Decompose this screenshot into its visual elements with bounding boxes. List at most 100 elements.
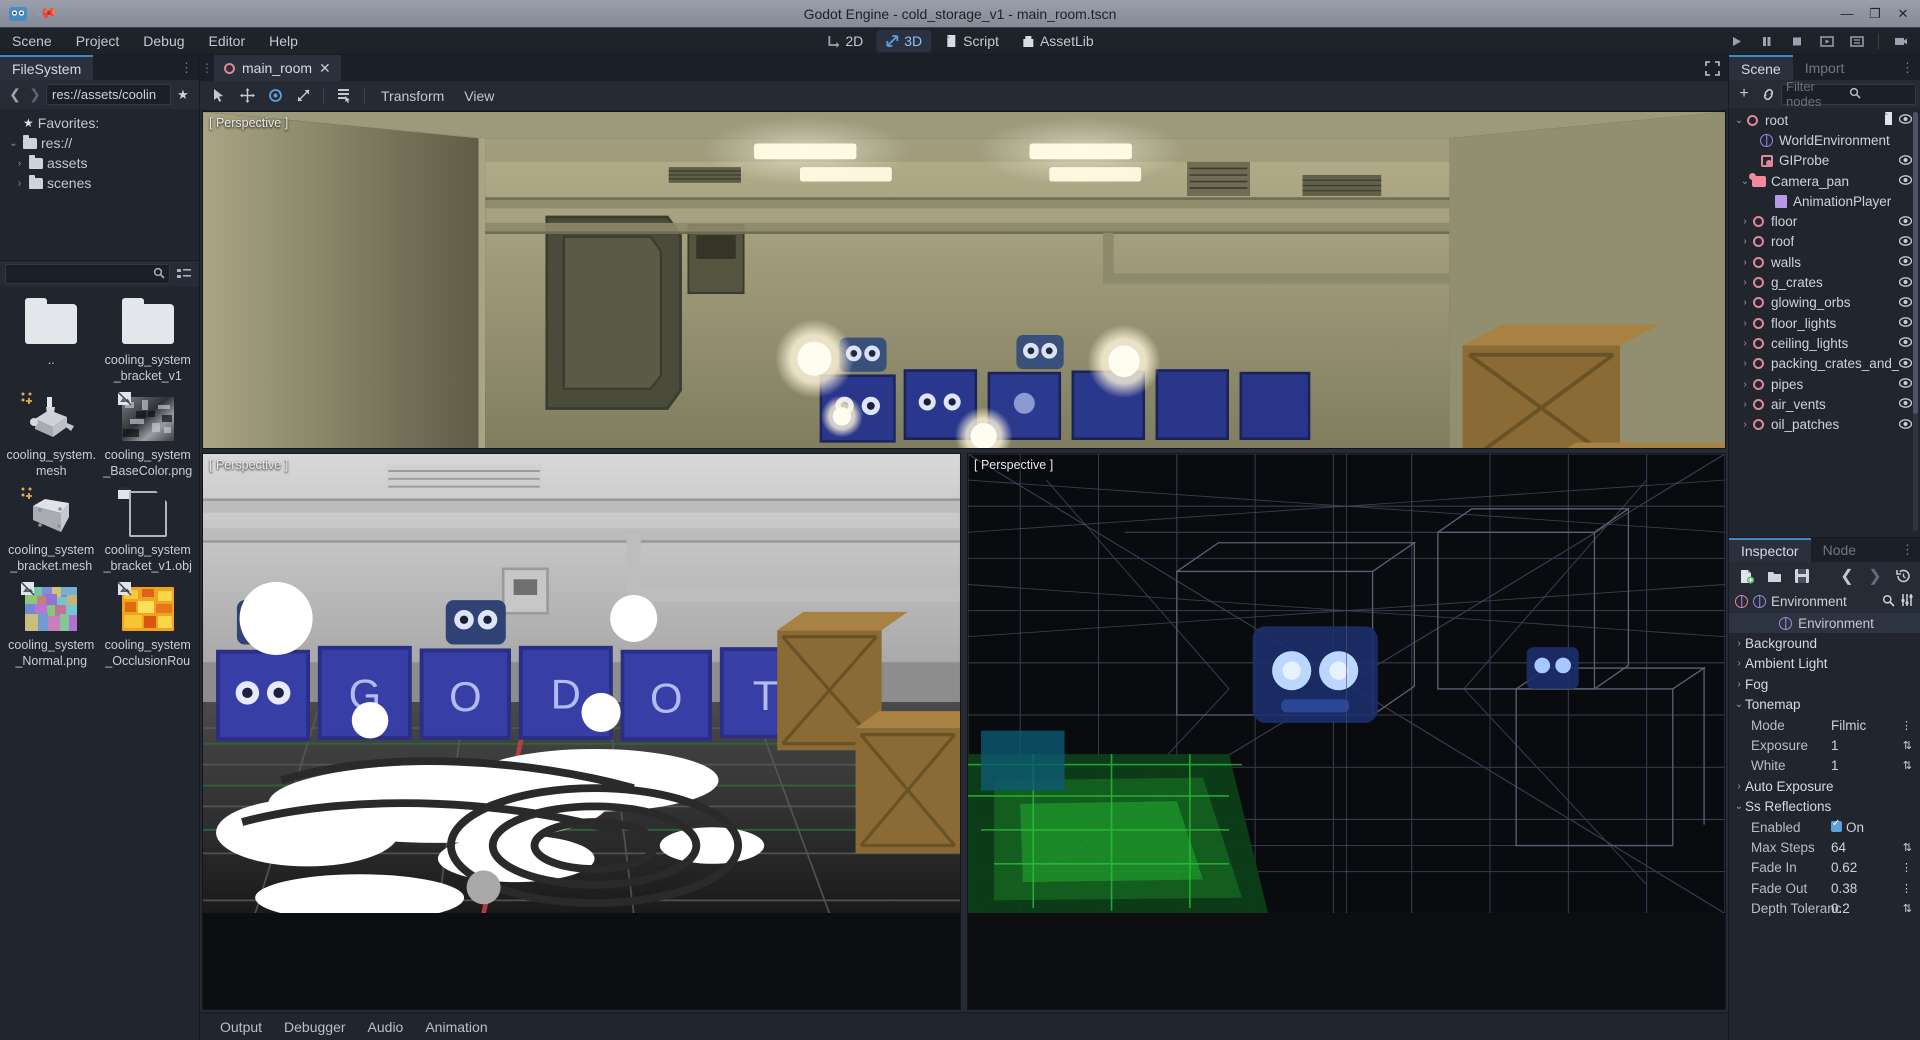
spinner-icon[interactable]: ⇅	[1903, 739, 1912, 752]
visibility-icon[interactable]	[1899, 377, 1912, 391]
menu-dots-icon[interactable]: ⋮	[1901, 882, 1912, 895]
visibility-icon[interactable]	[1899, 174, 1912, 188]
visibility-icon[interactable]	[1899, 357, 1912, 371]
bottom-tab-audio[interactable]: Audio	[358, 1016, 414, 1038]
tab-node[interactable]: Node	[1811, 538, 1868, 562]
twisty-icon[interactable]: ⌄	[1733, 801, 1745, 812]
tree-item-res-root[interactable]: ⌄ res://	[0, 133, 199, 153]
tab-scene[interactable]: Scene	[1729, 55, 1793, 80]
tree-item-favorites[interactable]: ★ Favorites:	[0, 113, 199, 133]
property-value[interactable]: 0.2	[1831, 901, 1850, 916]
back-icon[interactable]: ❮	[1836, 565, 1858, 587]
file-item[interactable]: cooling_system_bracket.mesh	[4, 483, 99, 576]
spinner-icon[interactable]: ⇅	[1903, 759, 1912, 772]
visibility-icon[interactable]	[1899, 154, 1912, 168]
spinner-icon[interactable]: ⇅	[1903, 902, 1912, 915]
filter-nodes-input[interactable]: Filter nodes	[1781, 84, 1916, 105]
property-row-max-steps[interactable]: Max Steps 64 ⇅	[1729, 837, 1920, 857]
twisty-icon[interactable]: ›	[1739, 216, 1751, 227]
dock-menu-icon[interactable]: ⋮	[1901, 538, 1920, 562]
property-section-background[interactable]: › Background	[1729, 633, 1920, 653]
file-item[interactable]: cooling_system_OcclusionRou	[101, 578, 196, 671]
play-custom-scene-button[interactable]	[1843, 30, 1870, 52]
file-search-input[interactable]	[5, 264, 170, 284]
tree-item-scenes[interactable]: › scenes	[0, 173, 199, 193]
visibility-icon[interactable]	[1899, 397, 1912, 411]
twisty-icon[interactable]: ›	[1739, 297, 1751, 308]
property-value[interactable]: 1	[1831, 738, 1839, 753]
visibility-icon[interactable]	[1899, 215, 1912, 229]
twisty-icon[interactable]: ›	[14, 178, 25, 189]
scene-node-packing-crates[interactable]: › packing_crates_and_	[1729, 354, 1920, 374]
stop-button[interactable]	[1783, 30, 1810, 52]
spinner-icon[interactable]: ⇅	[1903, 841, 1912, 854]
twisty-icon[interactable]: ›	[1733, 781, 1745, 792]
property-row-fade-in[interactable]: Fade In 0.62 ⋮	[1729, 858, 1920, 878]
close-icon[interactable]: ✕	[319, 61, 331, 75]
scene-node-oil-patches[interactable]: › oil_patches	[1729, 414, 1920, 434]
property-value[interactable]: 0.62	[1831, 860, 1857, 875]
scene-node-pipes[interactable]: › pipes	[1729, 374, 1920, 394]
transform-menu[interactable]: Transform	[372, 85, 453, 107]
scene-node-ceiling-lights[interactable]: › ceiling_lights	[1729, 333, 1920, 353]
twisty-icon[interactable]: ›	[1733, 638, 1745, 649]
property-value[interactable]: 1	[1831, 758, 1839, 773]
instance-child-icon[interactable]	[1757, 83, 1779, 105]
movie-icon[interactable]	[1887, 30, 1914, 52]
file-item[interactable]: cooling_system_bracket_v1.obj	[101, 483, 196, 576]
scene-node-glowing-orbs[interactable]: › glowing_orbs	[1729, 293, 1920, 313]
visibility-icon[interactable]	[1899, 113, 1912, 127]
dock-menu-icon[interactable]: ⋮	[1901, 55, 1920, 80]
scene-node-g-crates[interactable]: › g_crates	[1729, 272, 1920, 292]
file-item[interactable]: ..	[4, 293, 99, 386]
menu-debug[interactable]: Debug	[132, 30, 195, 52]
visibility-icon[interactable]	[1899, 336, 1912, 350]
visibility-icon[interactable]	[1899, 235, 1912, 249]
new-resource-icon[interactable]	[1735, 565, 1757, 587]
scene-node-animationplayer[interactable]: AnimationPlayer	[1729, 191, 1920, 211]
property-row-fade-out[interactable]: Fade Out 0.38 ⋮	[1729, 878, 1920, 898]
scene-node-air-vents[interactable]: › air_vents	[1729, 394, 1920, 414]
visibility-icon[interactable]	[1899, 296, 1912, 310]
distraction-free-icon[interactable]	[1705, 55, 1728, 81]
view-menu[interactable]: View	[455, 85, 503, 107]
play-scene-button[interactable]	[1813, 30, 1840, 52]
twisty-icon[interactable]: ›	[1733, 679, 1745, 690]
menu-dots-icon[interactable]: ⋮	[1901, 719, 1912, 732]
property-row-mode[interactable]: Mode Filmic ⋮	[1729, 715, 1920, 735]
minimize-button[interactable]: —	[1834, 2, 1860, 26]
twisty-icon[interactable]: ›	[1739, 419, 1751, 430]
load-icon[interactable]	[1763, 565, 1785, 587]
visibility-icon[interactable]	[1899, 255, 1912, 269]
bottom-tab-animation[interactable]: Animation	[415, 1016, 497, 1038]
twisty-icon[interactable]: ›	[1739, 379, 1751, 390]
rotate-tool-icon[interactable]	[262, 84, 288, 108]
viewport-perspective-bottom-right[interactable]: [ Perspective ]	[967, 453, 1726, 1010]
twisty-icon[interactable]: ⌄	[8, 138, 19, 149]
file-item[interactable]: cooling_system_Normal.png	[4, 578, 99, 671]
tab-filesystem[interactable]: FileSystem	[0, 55, 93, 80]
nav-forward-icon[interactable]: ❯	[26, 85, 44, 105]
property-value[interactable]: Filmic	[1831, 718, 1866, 733]
property-row-depth-tolerance[interactable]: Depth Toleranc 0.2 ⇅	[1729, 898, 1920, 918]
history-icon[interactable]	[1892, 565, 1914, 587]
scene-node-root[interactable]: ⌄ root	[1729, 110, 1920, 130]
twisty-icon[interactable]: ›	[1739, 277, 1751, 288]
property-value-wrap[interactable]: On	[1831, 820, 1864, 835]
dock-menu-icon[interactable]: ⋮	[180, 55, 199, 80]
menu-help[interactable]: Help	[258, 30, 309, 52]
checkbox-icon[interactable]	[1831, 821, 1842, 832]
list-view-icon[interactable]	[174, 264, 194, 284]
scene-tree-scrollbar[interactable]	[1913, 112, 1918, 531]
scene-node-worldenvironment[interactable]: WorldEnvironment	[1729, 130, 1920, 150]
twisty-icon[interactable]: ›	[1739, 318, 1751, 329]
scene-node-roof[interactable]: › roof	[1729, 232, 1920, 252]
tools-icon[interactable]	[1900, 593, 1914, 610]
twisty-icon[interactable]: ›	[1739, 338, 1751, 349]
path-field[interactable]: res://assets/coolin	[46, 84, 171, 105]
property-section-tonemap[interactable]: ⌄ Tonemap	[1729, 695, 1920, 715]
script-icon[interactable]	[1883, 112, 1894, 128]
property-row-white[interactable]: White 1 ⇅	[1729, 756, 1920, 776]
property-value[interactable]: 0.38	[1831, 881, 1857, 896]
scene-tab-main-room[interactable]: main_room ✕	[214, 55, 341, 81]
